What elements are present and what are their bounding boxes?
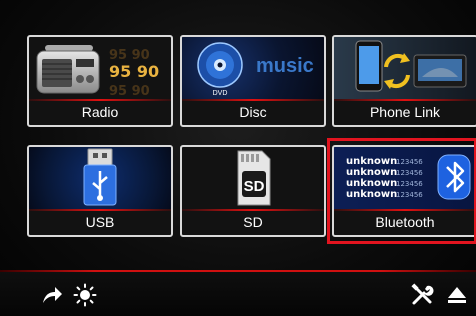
radio-icon [36,45,100,94]
sd-separator [182,209,324,211]
radio-tile[interactable]: 95 90 95 90 95 90 Radio [27,35,173,127]
bluetooth-separator [334,209,476,211]
usb-label: USB [85,214,115,230]
sd-label: SD [243,214,263,230]
bt-entry-num: 123456 [396,180,423,188]
bt-entry-name: unknown [346,167,397,178]
usb-stick-icon [83,148,117,206]
freq-main: 95 90 [109,62,159,81]
bt-entry-name: unknown [346,178,397,189]
radio-separator [29,99,171,101]
disc-tile[interactable]: DVD music Disc [180,35,326,127]
music-word: music [256,55,314,77]
sd-art: SD [182,147,324,209]
disc-label: Disc [239,104,267,120]
bt-entry-num: 123456 [396,158,423,166]
bt-entry-name: unknown [346,156,397,167]
phone-link-art [334,37,476,99]
bluetooth-label: Bluetooth [375,214,435,230]
dvd-logo: DVD [213,90,228,97]
freq-bottom: 95 90 [109,84,150,99]
sd-card-text: SD [244,178,265,195]
sd-tile[interactable]: SD SD [180,145,326,237]
disc-separator [182,99,324,101]
usb-separator [29,209,171,211]
disc-art: DVD music [182,37,324,99]
bt-entry-name: unknown [346,189,397,200]
freq-top: 95 90 [109,48,150,63]
phone-link-separator [334,99,476,101]
disc-icon [197,42,243,88]
bottom-bar [0,272,476,316]
bt-entry-num: 123456 [396,191,423,199]
phone-icon [355,40,383,92]
eject-icon[interactable] [445,283,469,307]
sync-arrows-icon [384,53,410,89]
phone-link-label: Phone Link [369,104,441,120]
radio-label: Radio [81,104,119,120]
radio-art: 95 90 95 90 95 90 [29,37,171,99]
settings-tools-icon[interactable] [410,283,434,307]
usb-tile[interactable]: USB [27,145,173,237]
usb-art [29,147,171,209]
brightness-icon[interactable] [73,283,97,307]
bluetooth-art: unknown 123456 unknown 123456 unknown 12… [334,147,476,209]
share-arrow-icon[interactable] [40,283,64,307]
bluetooth-tile[interactable]: unknown 123456 unknown 123456 unknown 12… [332,145,476,237]
home-screen: 95 90 95 90 95 90 Radio DVD music Disc P… [0,0,476,316]
bt-entry-num: 123456 [396,169,423,177]
car-dash-icon [413,54,467,88]
phone-link-tile[interactable]: Phone Link [332,35,476,127]
bluetooth-icon [437,154,471,200]
